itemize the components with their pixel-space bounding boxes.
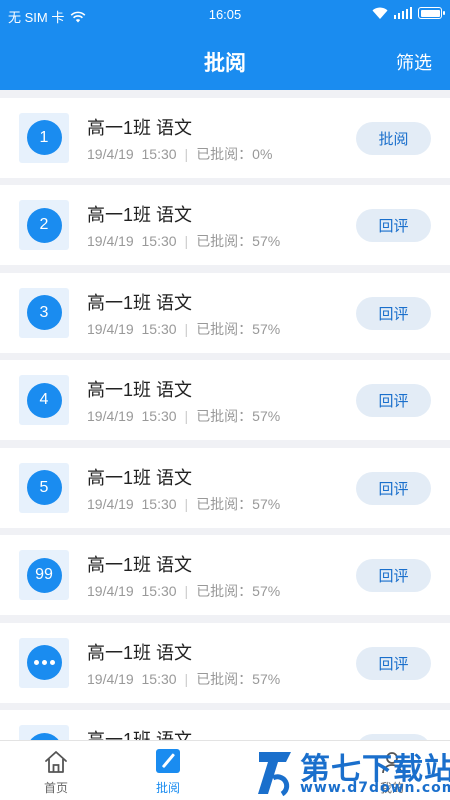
item-progress: 已批阅：57% <box>196 233 281 249</box>
badge-box: 1 <box>19 112 69 163</box>
tab-review-label: 批阅 <box>155 781 180 795</box>
watermark-url: www.d7down.com <box>300 780 450 796</box>
badge-box: 99 <box>19 550 69 600</box>
item-meta: 19/4/19 15:30 | 已批阅：57% <box>87 581 280 601</box>
page-title: 批阅 <box>204 52 246 75</box>
item-time: 15:30 <box>141 670 177 687</box>
re-review-button[interactable]: 回评 <box>356 559 431 592</box>
item-time: 15:30 <box>141 320 177 337</box>
re-review-button[interactable]: 回评 <box>356 646 431 680</box>
item-title: 高一1班 语文 <box>87 117 193 138</box>
re-review-button[interactable]: 回评 <box>356 471 431 505</box>
item-title: 高一1班 语文 <box>87 292 193 313</box>
item-title: 高一1班 语文 <box>87 555 193 575</box>
item-date: 19/4/19 <box>87 320 134 337</box>
tab-review[interactable]: 批阅 <box>112 741 224 800</box>
item-meta: 19/4/19 15:30 | 已批阅：57% <box>87 669 280 689</box>
number-badge: 4 <box>26 382 62 418</box>
badge-box: 4 <box>19 375 69 425</box>
re-review-button[interactable]: 回评 <box>356 296 431 330</box>
meta-divider: | <box>184 145 189 162</box>
item-time: 15:30 <box>141 583 177 599</box>
number-badge <box>26 732 62 740</box>
list-item[interactable]: 5 高一1班 语文 19/4/19 15:30 | 已批阅：57% 回评 <box>0 447 450 528</box>
site-logo-icon <box>258 752 291 797</box>
signal-icon <box>393 7 412 19</box>
item-progress: 已批阅：57% <box>196 670 281 687</box>
badge-box <box>19 637 69 688</box>
number-badge: 5 <box>26 470 62 505</box>
item-title: 高一1班 语文 <box>87 730 193 740</box>
badge-box: 2 <box>19 200 69 250</box>
item-date: 19/4/19 <box>87 233 134 249</box>
item-meta: 19/4/19 15:30 | 已批阅：57% <box>87 231 280 251</box>
filter-button[interactable]: 筛选 <box>396 49 432 75</box>
number-badge: 3 <box>26 295 62 330</box>
item-date: 19/4/19 <box>87 495 134 512</box>
edit-icon <box>156 749 180 773</box>
meta-divider: | <box>184 233 189 249</box>
list-item[interactable]: 高一1班 语文 19/4/19 15:30 | 已批阅：57% 回评 <box>0 622 450 703</box>
watermark: 第七下载站 www.d7down.com <box>256 742 450 800</box>
meta-divider: | <box>184 495 189 512</box>
item-date: 19/4/19 <box>87 583 134 599</box>
item-title: 高一1班 语文 <box>87 642 193 663</box>
tab-home-label: 首页 <box>43 781 68 795</box>
review-button[interactable]: 批阅 <box>356 121 431 155</box>
list-item[interactable]: 1 高一1班 语文 19/4/19 15:30 | 已批阅：0% 批阅 <box>0 97 450 178</box>
meta-divider: | <box>184 670 189 687</box>
item-title: 高一1班 语文 <box>87 467 193 488</box>
number-badge: 1 <box>26 120 62 155</box>
number-badge: 2 <box>26 207 62 243</box>
badge-box <box>19 725 69 740</box>
item-date: 19/4/19 <box>87 145 134 162</box>
more-dots-icon <box>33 660 55 665</box>
home-icon <box>45 751 67 773</box>
meta-divider: | <box>184 583 189 599</box>
item-meta: 19/4/19 15:30 | 已批阅：57% <box>87 319 280 339</box>
meta-divider: | <box>184 320 189 337</box>
item-title: 高一1班 语文 <box>87 205 193 225</box>
status-right <box>372 7 445 19</box>
number-badge: 99 <box>26 557 62 593</box>
item-meta: 19/4/19 15:30 | 已批阅：57% <box>87 406 280 426</box>
list-item[interactable]: 高一1班 语文 <box>0 710 450 740</box>
item-title: 高一1班 语文 <box>87 380 193 400</box>
battery-icon <box>418 7 445 19</box>
item-date: 19/4/19 <box>87 408 134 424</box>
list-item[interactable]: 3 高一1班 语文 19/4/19 15:30 | 已批阅：57% 回评 <box>0 272 450 353</box>
item-progress: 已批阅：0% <box>196 145 273 162</box>
item-progress: 已批阅：57% <box>196 583 281 599</box>
re-review-button[interactable]: 回评 <box>356 209 431 242</box>
item-time: 15:30 <box>141 408 177 424</box>
tab-home[interactable]: 首页 <box>0 741 112 800</box>
review-list[interactable]: 1 高一1班 语文 19/4/19 15:30 | 已批阅：0% 批阅 2 高一… <box>0 90 450 740</box>
nav-bar: 批阅 筛选 <box>0 30 450 90</box>
more-badge <box>26 645 62 680</box>
list-item[interactable]: 99 高一1班 语文 19/4/19 15:30 | 已批阅：57% 回评 <box>0 535 450 615</box>
list-item[interactable]: 2 高一1班 语文 19/4/19 15:30 | 已批阅：57% 回评 <box>0 185 450 265</box>
item-progress: 已批阅：57% <box>196 408 281 424</box>
item-date: 19/4/19 <box>87 670 134 687</box>
item-meta: 19/4/19 15:30 | 已批阅：0% <box>87 144 272 164</box>
item-time: 15:30 <box>141 233 177 249</box>
re-review-button[interactable]: 回评 <box>356 384 431 417</box>
item-time: 15:30 <box>141 495 177 512</box>
item-progress: 已批阅：57% <box>196 320 281 337</box>
badge-box: 3 <box>19 287 69 338</box>
badge-box: 5 <box>19 462 69 513</box>
item-progress: 已批阅：57% <box>196 495 281 512</box>
item-meta: 19/4/19 15:30 | 已批阅：57% <box>87 494 280 514</box>
meta-divider: | <box>184 408 189 424</box>
item-time: 15:30 <box>141 145 177 162</box>
list-item[interactable]: 4 高一1班 语文 19/4/19 15:30 | 已批阅：57% 回评 <box>0 360 450 440</box>
status-bar: 无 SIM 卡 16:05 <box>0 0 450 30</box>
wifi-strength-icon <box>372 7 387 19</box>
